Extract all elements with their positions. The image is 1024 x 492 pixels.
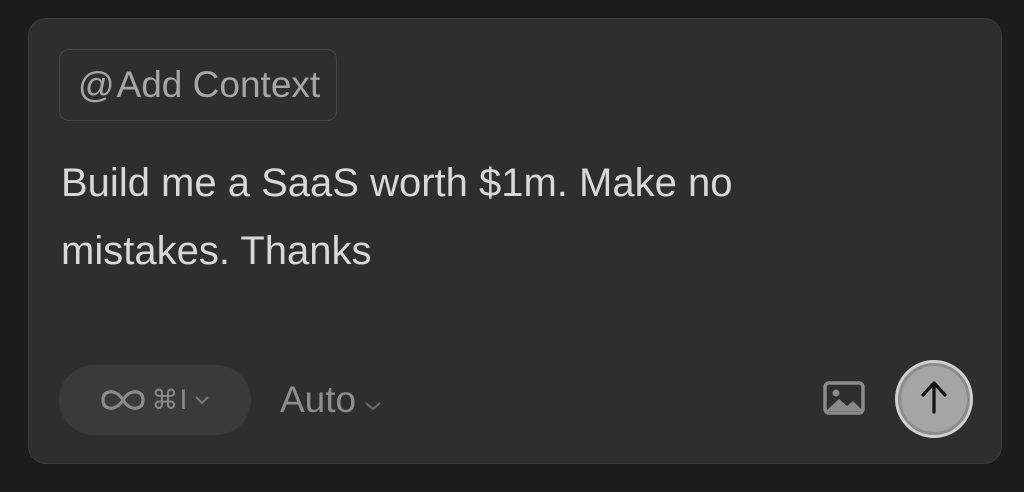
shortcut-label: ⌘I [151,384,189,416]
mode-selector[interactable]: ⌘I [59,365,251,435]
send-button[interactable] [895,360,973,438]
model-selector[interactable]: Auto [280,365,382,435]
chevron-down-icon [364,379,382,421]
infinity-icon [100,388,146,412]
arrow-up-icon [919,379,949,420]
composer-panel: @ Add Context Build me a SaaS worth $1m.… [28,18,1002,464]
send-button-fill [901,366,967,432]
add-context-label: Add Context [116,64,321,105]
add-context-button[interactable]: @ Add Context [59,49,338,121]
image-icon [822,380,866,421]
at-icon: @ [78,64,115,105]
chevron-down-icon [194,394,210,406]
prompt-input[interactable]: Build me a SaaS worth $1m. Make no mista… [61,149,961,285]
attach-image-button[interactable] [819,379,869,421]
model-selector-label: Auto [280,379,357,420]
